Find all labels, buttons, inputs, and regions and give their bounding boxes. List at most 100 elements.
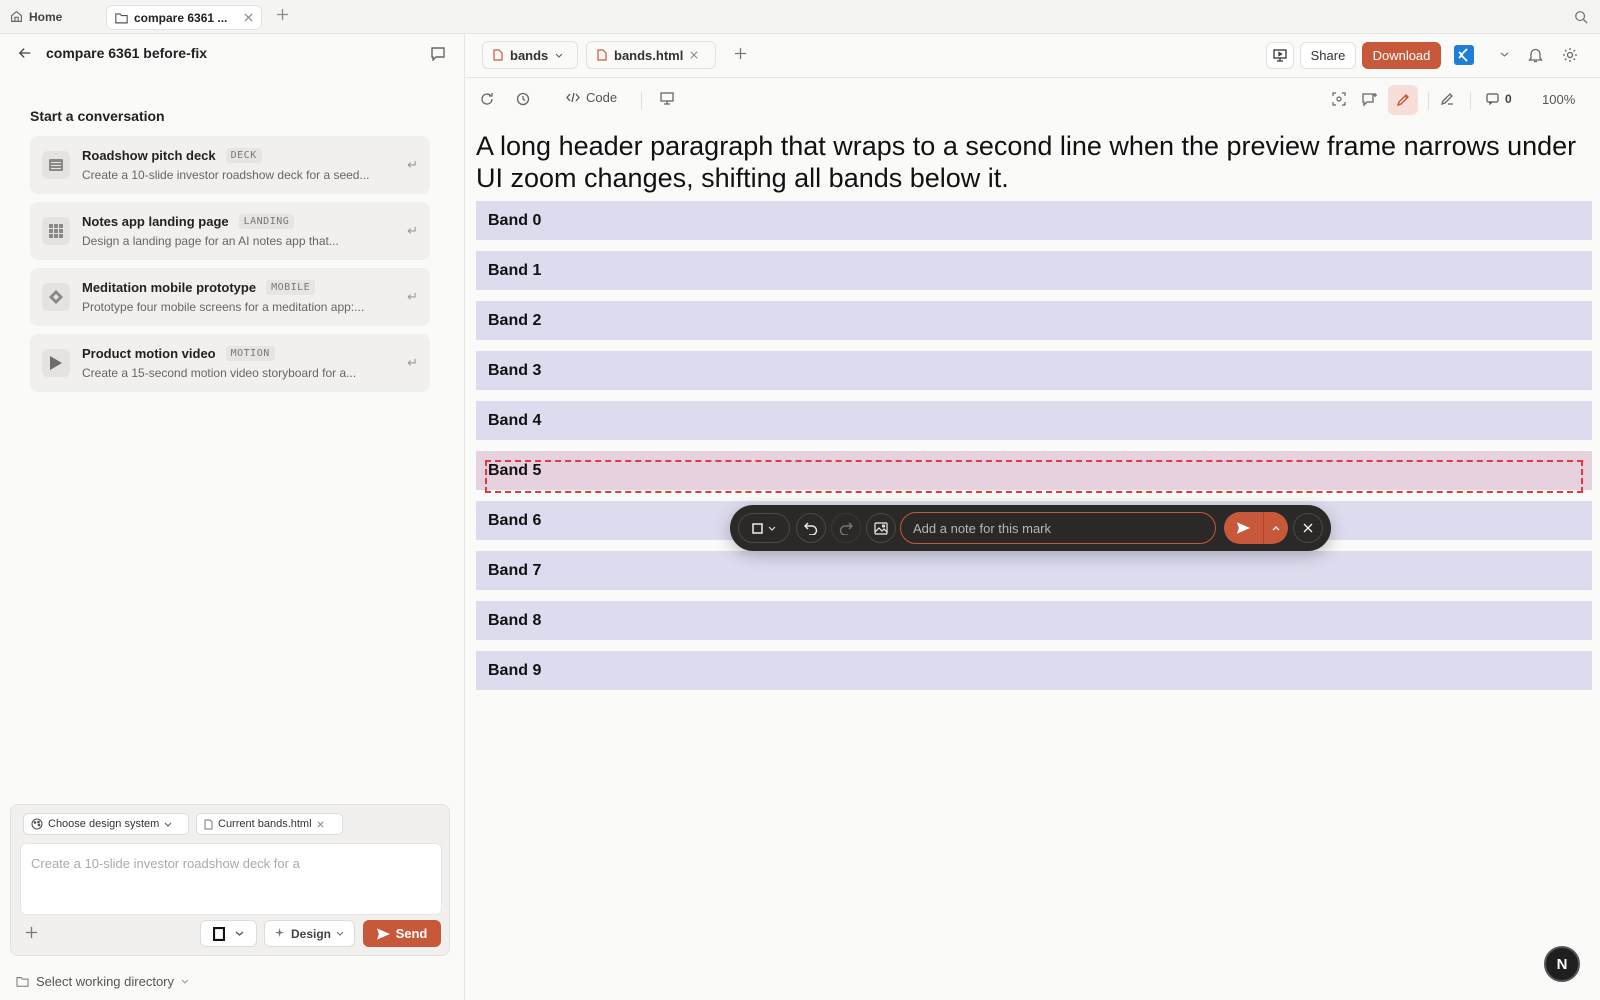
home-tab[interactable]: Home <box>0 0 72 34</box>
undo-button[interactable] <box>796 513 826 543</box>
enter-icon: ↵ <box>407 289 418 304</box>
workdir-label: Select working directory <box>36 974 174 989</box>
current-file-chip[interactable]: Current bands.html <box>196 813 343 835</box>
card-desc: Design a landing page for an AI notes ap… <box>82 234 339 248</box>
card-name: Meditation mobile prototype <box>82 280 257 295</box>
mark-tool-button[interactable] <box>1388 85 1418 115</box>
card-desc: Prototype four mobile screens for a medi… <box>82 300 365 314</box>
gear-icon[interactable] <box>1562 47 1578 63</box>
comment-count[interactable]: 0 <box>1486 92 1512 106</box>
html-file-icon <box>597 49 607 61</box>
file-tab-label: bands.html <box>614 47 684 63</box>
new-tab-icon[interactable] <box>276 8 289 21</box>
bell-icon[interactable] <box>1528 47 1543 63</box>
folder-icon <box>115 12 128 24</box>
square-icon <box>752 522 763 534</box>
band-4: Band 4 <box>476 401 1592 440</box>
home-icon <box>10 10 23 23</box>
send-options[interactable] <box>1264 512 1288 544</box>
mark-selection-outline[interactable] <box>485 460 1583 493</box>
send-note-button[interactable] <box>1224 512 1288 544</box>
toolbar-divider <box>1428 92 1429 110</box>
chevron-down-icon <box>235 931 244 936</box>
chevron-down-icon <box>164 822 172 827</box>
redo-button[interactable] <box>831 513 861 543</box>
mark-note-input[interactable] <box>901 513 1215 543</box>
window-tab-title: compare 6361 ... <box>134 10 228 25</box>
download-button[interactable]: Download <box>1362 42 1441 69</box>
code-button[interactable]: Code <box>566 90 617 105</box>
band-7: Band 7 <box>476 551 1592 590</box>
attach-image-button[interactable] <box>866 513 896 543</box>
present-button[interactable] <box>1266 42 1294 69</box>
annotate-comment-icon[interactable] <box>1362 92 1378 107</box>
desktop-icon[interactable] <box>660 92 674 105</box>
enter-icon: ↵ <box>407 157 418 172</box>
mark-note-field <box>900 512 1216 544</box>
band-9: Band 9 <box>476 651 1592 690</box>
band-8: Band 8 <box>476 601 1592 640</box>
template-card-motion[interactable]: Product motion video MOTION Create a 15-… <box>30 334 430 392</box>
enter-icon: ↵ <box>407 223 418 238</box>
send-note-primary[interactable] <box>1224 512 1264 544</box>
reload-icon[interactable] <box>480 92 494 106</box>
design-system-label: Choose design system <box>48 818 160 830</box>
back-arrow-icon[interactable] <box>18 46 32 60</box>
card-desc: Create a 15-second motion video storyboa… <box>82 366 357 380</box>
close-tab-icon[interactable] <box>244 13 253 22</box>
remove-chip-icon[interactable] <box>317 821 324 828</box>
pen-icon <box>1396 93 1410 107</box>
band-1: Band 1 <box>476 251 1592 290</box>
zoom-level[interactable]: 100% <box>1542 92 1575 107</box>
file-tab-bands-html[interactable]: bands.html <box>586 41 716 69</box>
window-tab-project[interactable]: compare 6361 ... <box>106 5 262 30</box>
template-card-deck[interactable]: Roadshow pitch deck DECK Create a 10-sli… <box>30 136 430 194</box>
comment-icon[interactable] <box>430 46 446 61</box>
card-tag: MOBILE <box>266 280 316 295</box>
frame-select-button[interactable] <box>200 920 257 947</box>
prompt-box <box>20 843 442 915</box>
card-name: Product motion video <box>82 346 216 361</box>
share-button[interactable]: Share <box>1300 42 1356 69</box>
toolbar-divider <box>641 92 642 110</box>
grid-icon <box>42 217 70 245</box>
band-0: Band 0 <box>476 201 1592 240</box>
send-label: Send <box>395 926 428 941</box>
preview-panel: bands bands.html Share Download Code 0 1… <box>466 34 1600 1000</box>
present-icon <box>1273 49 1287 62</box>
prompt-input[interactable] <box>21 844 441 883</box>
mark-shape-select[interactable] <box>738 513 790 543</box>
chevron-down-icon <box>555 53 563 58</box>
chevron-down-icon[interactable] <box>1500 52 1509 57</box>
deck-icon <box>42 151 70 179</box>
composer: Choose design system Current bands.html <box>10 804 450 956</box>
design-system-select[interactable]: Choose design system <box>23 813 189 835</box>
screenshot-icon[interactable] <box>1332 92 1346 106</box>
current-file-label: Current bands.html <box>218 818 312 830</box>
card-name: Notes app landing page <box>82 214 229 229</box>
code-icon <box>566 92 580 103</box>
avatar[interactable]: N <box>1544 946 1580 982</box>
template-card-mobile[interactable]: Meditation mobile prototype MOBILE Proto… <box>30 268 430 326</box>
history-icon[interactable] <box>516 92 530 106</box>
chevron-up-icon <box>1272 525 1280 531</box>
mode-label: Design <box>290 926 331 941</box>
folder-icon <box>16 976 29 987</box>
sparkle-icon <box>274 928 286 939</box>
attach-plus-icon[interactable] <box>25 926 38 939</box>
file-tab-bands[interactable]: bands <box>482 41 578 69</box>
edit-icon[interactable] <box>1440 92 1454 106</box>
close-annotation-button[interactable] <box>1293 513 1323 543</box>
working-directory-select[interactable]: Select working directory <box>16 974 189 989</box>
project-title: compare 6361 before-fix <box>46 45 208 61</box>
comment-count-value: 0 <box>1505 92 1512 106</box>
vscode-icon[interactable] <box>1454 45 1474 65</box>
new-file-tab-icon[interactable] <box>734 47 747 60</box>
chevron-down-icon <box>336 931 344 936</box>
send-button[interactable]: Send <box>363 920 441 947</box>
search-icon[interactable] <box>1574 10 1588 24</box>
mode-design-button[interactable]: Design <box>264 920 355 947</box>
close-tab-icon[interactable] <box>690 51 698 59</box>
header-paragraph: A long header paragraph that wraps to a … <box>476 131 1577 193</box>
template-card-landing[interactable]: Notes app landing page LANDING Design a … <box>30 202 430 260</box>
